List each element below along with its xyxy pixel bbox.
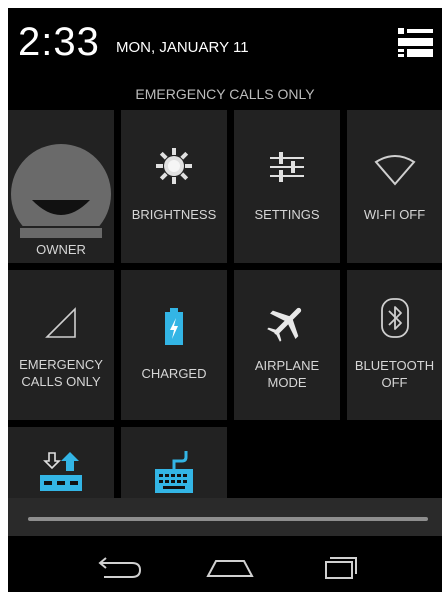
tile-keyboard[interactable] (121, 427, 227, 498)
tile-settings[interactable]: SETTINGS (234, 110, 340, 263)
handle-bar[interactable] (28, 517, 428, 521)
settings-list-icon[interactable] (394, 24, 436, 62)
tile-bluetooth-label-2: OFF (381, 375, 408, 390)
tile-bluetooth-label-1: BLUETOOTH (354, 358, 435, 373)
quick-settings-screen: 2:33 MON, JANUARY 11 EMERGENCY CALLS ONL… (8, 8, 442, 592)
signal-icon (45, 307, 76, 338)
tile-signal-label-2: CALLS ONLY (21, 374, 101, 389)
home-icon[interactable] (202, 550, 258, 582)
back-icon[interactable] (92, 550, 148, 582)
avatar (10, 144, 112, 238)
bluetooth-icon (380, 298, 409, 338)
tile-wifi-label: WI-FI OFF (363, 207, 426, 222)
tile-brightness[interactable]: BRIGHTNESS (121, 110, 227, 263)
tile-battery-label: CHARGED (141, 366, 207, 381)
battery-icon (165, 308, 183, 345)
sun-icon (156, 148, 192, 184)
navigation-bar (8, 536, 442, 592)
tile-owner-label: OWNER (36, 242, 86, 257)
tile-airplane-label-2: MODE (267, 375, 307, 390)
tile-settings-label: SETTINGS (254, 207, 320, 222)
tile-owner[interactable]: OWNER (8, 110, 114, 263)
panel-drag-handle[interactable] (8, 498, 442, 536)
tile-brightness-label: BRIGHTNESS (131, 207, 217, 222)
tile-wifi[interactable]: WI-FI OFF (347, 110, 442, 263)
sliders-icon (270, 152, 304, 182)
wifi-icon (373, 155, 416, 186)
tile-signal[interactable]: EMERGENCY CALLS ONLY (8, 270, 114, 420)
tile-signal-label-1: EMERGENCY (19, 357, 103, 372)
tile-usb-transfer[interactable] (8, 427, 114, 498)
tile-airplane-label-1: AIRPLANE (254, 358, 320, 373)
tile-bluetooth[interactable]: BLUETOOTH OFF (347, 270, 442, 420)
carrier-status: EMERGENCY CALLS ONLY (135, 86, 315, 102)
recents-icon[interactable] (312, 550, 368, 582)
airplane-icon (267, 307, 302, 342)
tile-battery[interactable]: CHARGED (121, 270, 227, 420)
clock: 2:33 (18, 20, 100, 64)
keyboard-icon (155, 451, 193, 493)
quick-settings-grid: OWNER BRIGHTNESS SETTINGS WI-FI OFF EMER… (8, 110, 442, 498)
date: MON, JANUARY 11 (116, 39, 249, 56)
tile-airplane[interactable]: AIRPLANE MODE (234, 270, 340, 420)
usb-transfer-icon (40, 452, 82, 491)
header: 2:33 MON, JANUARY 11 (8, 8, 442, 74)
